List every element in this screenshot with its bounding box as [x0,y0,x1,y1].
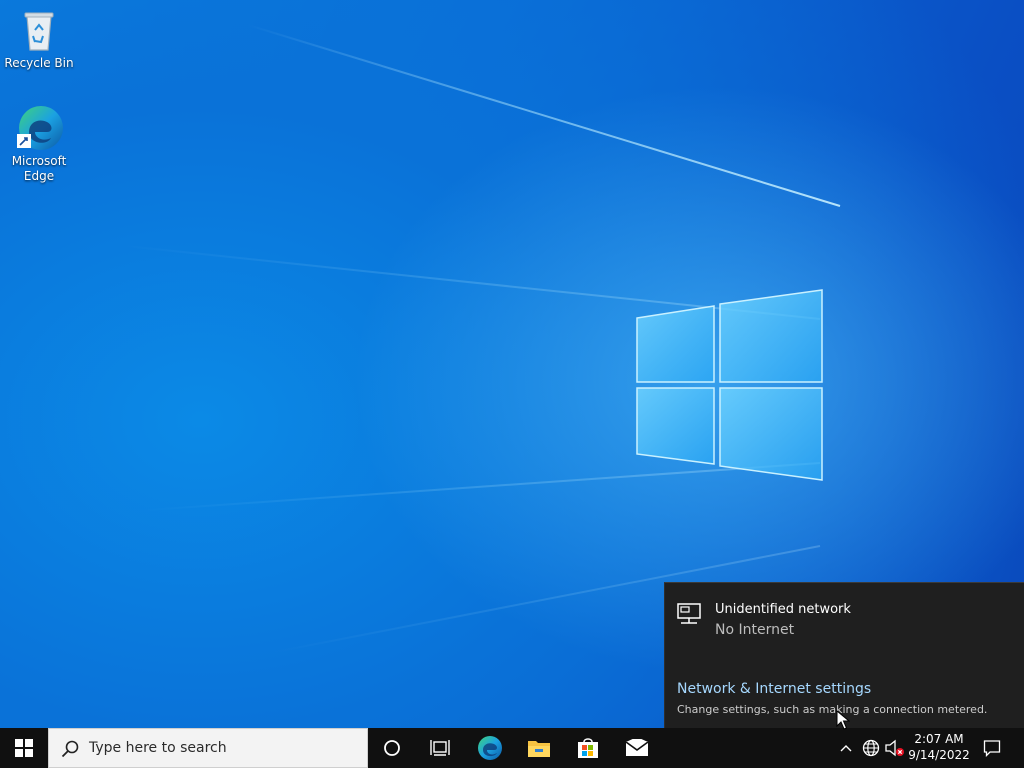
network-name: Unidentified network [715,602,851,617]
mail-icon [625,739,649,756]
taskbar-file-explorer-button[interactable] [515,728,563,768]
taskbar-cortana-button[interactable] [368,728,416,768]
volume-muted-icon [885,739,904,757]
taskbar: Type here to search 2:07 AM 9/14/2022 [0,728,1024,768]
wired-network-icon [677,603,701,624]
network-status: No Internet [715,622,795,638]
desktop-icon-microsoft-edge[interactable]: Microsoft Edge [3,104,75,184]
desktop-icon-label: Microsoft Edge [11,154,67,183]
store-icon [578,738,598,758]
taskbar-store-button[interactable] [564,728,612,768]
mouse-cursor-icon [836,710,850,730]
recycle-bin-icon [15,6,63,54]
taskbar-search-box[interactable]: Type here to search [48,728,368,768]
clock-date: 9/14/2022 [908,748,970,762]
tray-network-button[interactable] [860,728,882,768]
clock-time: 2:07 AM [914,732,964,746]
tray-overflow-button[interactable] [836,728,856,768]
start-button[interactable] [0,728,48,768]
tray-volume-button[interactable] [884,728,906,768]
edge-icon [15,104,63,152]
taskbar-edge-button[interactable] [466,728,514,768]
cortana-circle-icon [384,740,400,756]
desktop-icon-label: Recycle Bin [4,56,74,70]
windows-start-icon [15,739,33,757]
desktop-icon-recycle-bin[interactable]: Recycle Bin [3,6,75,71]
taskbar-mail-button[interactable] [613,728,661,768]
action-center-button[interactable] [976,728,1008,768]
action-center-icon [983,740,1001,757]
network-flyout: Unidentified network No Internet Network… [664,582,1024,729]
wallpaper-beam [246,23,841,207]
search-icon [61,740,79,758]
network-settings-description: Change settings, such as making a connec… [677,703,988,716]
folder-icon [528,741,550,757]
edge-icon [478,736,502,760]
network-list-item[interactable]: Unidentified network No Internet [677,601,1013,641]
taskbar-clock[interactable]: 2:07 AM 9/14/2022 [906,731,972,763]
network-globe-icon [862,739,880,757]
network-settings-link[interactable]: Network & Internet settings [677,681,871,697]
taskbar-task-view-button[interactable] [416,728,464,768]
search-placeholder: Type here to search [89,740,227,756]
windows-logo-wallpaper-icon [636,289,823,481]
chevron-up-icon [840,745,852,752]
task-view-icon [430,740,450,756]
